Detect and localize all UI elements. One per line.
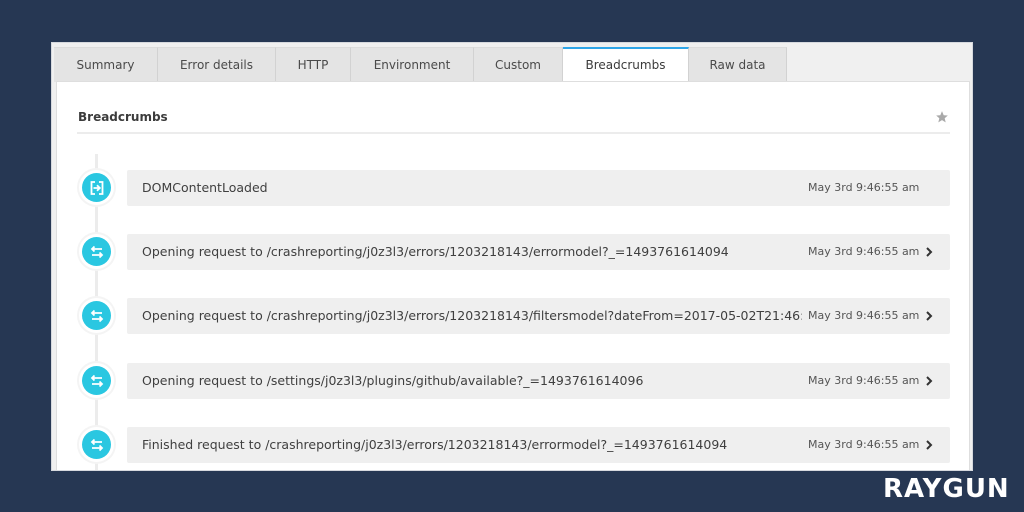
section-header: Breadcrumbs — [77, 82, 950, 134]
breadcrumb-icon-badge — [79, 363, 114, 398]
breadcrumb-timestamp: May 3rd 9:46:55 am — [808, 374, 920, 387]
breadcrumb-item: Opening request to /settings/j0z3l3/plug… — [57, 363, 971, 399]
tab-breadcrumbs[interactable]: Breadcrumbs — [563, 47, 689, 83]
breadcrumb-message: Opening request to /crashreporting/j0z3l… — [142, 244, 729, 259]
breadcrumb-icon-badge — [79, 234, 114, 269]
breadcrumb-timestamp: May 3rd 9:46:55 am — [808, 309, 920, 322]
breadcrumb-timestamp: May 3rd 9:46:55 am — [808, 438, 920, 451]
breadcrumb-row[interactable]: Opening request to /crashreporting/j0z3l… — [127, 234, 950, 270]
breadcrumb-item: Finished request to /crashreporting/j0z3… — [57, 427, 971, 463]
tab-bar: Summary Error details HTTP Environment C… — [54, 47, 787, 83]
breadcrumb-icon-badge — [79, 298, 114, 333]
raygun-logo: RAYGUN — [883, 474, 1010, 504]
chevron-right-icon[interactable] — [924, 310, 934, 322]
tab-http[interactable]: HTTP — [276, 47, 351, 82]
breadcrumb-item: Opening request to /crashreporting/j0z3l… — [57, 234, 971, 270]
breadcrumb-message: DOMContentLoaded — [142, 180, 268, 195]
chevron-right-icon[interactable] — [924, 375, 934, 387]
page-background: Summary Error details HTTP Environment C… — [0, 0, 1024, 512]
chevron-right-icon[interactable] — [924, 439, 934, 451]
error-detail-panel: Summary Error details HTTP Environment C… — [51, 42, 973, 471]
breadcrumb-row[interactable]: Finished request to /crashreporting/j0z3… — [127, 427, 950, 463]
request-arrows-icon — [90, 438, 103, 451]
request-arrows-icon — [90, 309, 103, 322]
breadcrumb-message: Opening request to /crashreporting/j0z3l… — [142, 308, 802, 323]
request-arrows-icon — [90, 245, 103, 258]
tab-raw-data[interactable]: Raw data — [689, 47, 787, 82]
breadcrumbs-content: Breadcrumbs DOMContentLoaded May 3rd 9:4… — [56, 81, 971, 470]
breadcrumb-row[interactable]: DOMContentLoaded May 3rd 9:46:55 am — [127, 170, 950, 206]
breadcrumb-icon-badge — [79, 170, 114, 205]
tab-custom[interactable]: Custom — [474, 47, 563, 82]
tab-environment[interactable]: Environment — [351, 47, 474, 82]
navigation-icon — [90, 180, 103, 195]
breadcrumb-timestamp: May 3rd 9:46:55 am — [808, 181, 920, 194]
breadcrumb-item: DOMContentLoaded May 3rd 9:46:55 am — [57, 170, 971, 206]
chevron-right-icon[interactable] — [924, 246, 934, 258]
breadcrumb-row[interactable]: Opening request to /crashreporting/j0z3l… — [127, 298, 950, 334]
request-arrows-icon — [90, 374, 103, 387]
breadcrumb-row[interactable]: Opening request to /settings/j0z3l3/plug… — [127, 363, 950, 399]
breadcrumb-message: Finished request to /crashreporting/j0z3… — [142, 437, 728, 452]
breadcrumb-timestamp: May 3rd 9:46:55 am — [808, 245, 920, 258]
breadcrumb-message: Opening request to /settings/j0z3l3/plug… — [142, 373, 644, 388]
tab-error-details[interactable]: Error details — [158, 47, 276, 82]
section-title: Breadcrumbs — [78, 110, 168, 124]
breadcrumb-icon-badge — [79, 427, 114, 462]
breadcrumb-item: Opening request to /crashreporting/j0z3l… — [57, 298, 971, 334]
tab-summary[interactable]: Summary — [54, 47, 158, 82]
star-icon[interactable] — [935, 110, 949, 124]
